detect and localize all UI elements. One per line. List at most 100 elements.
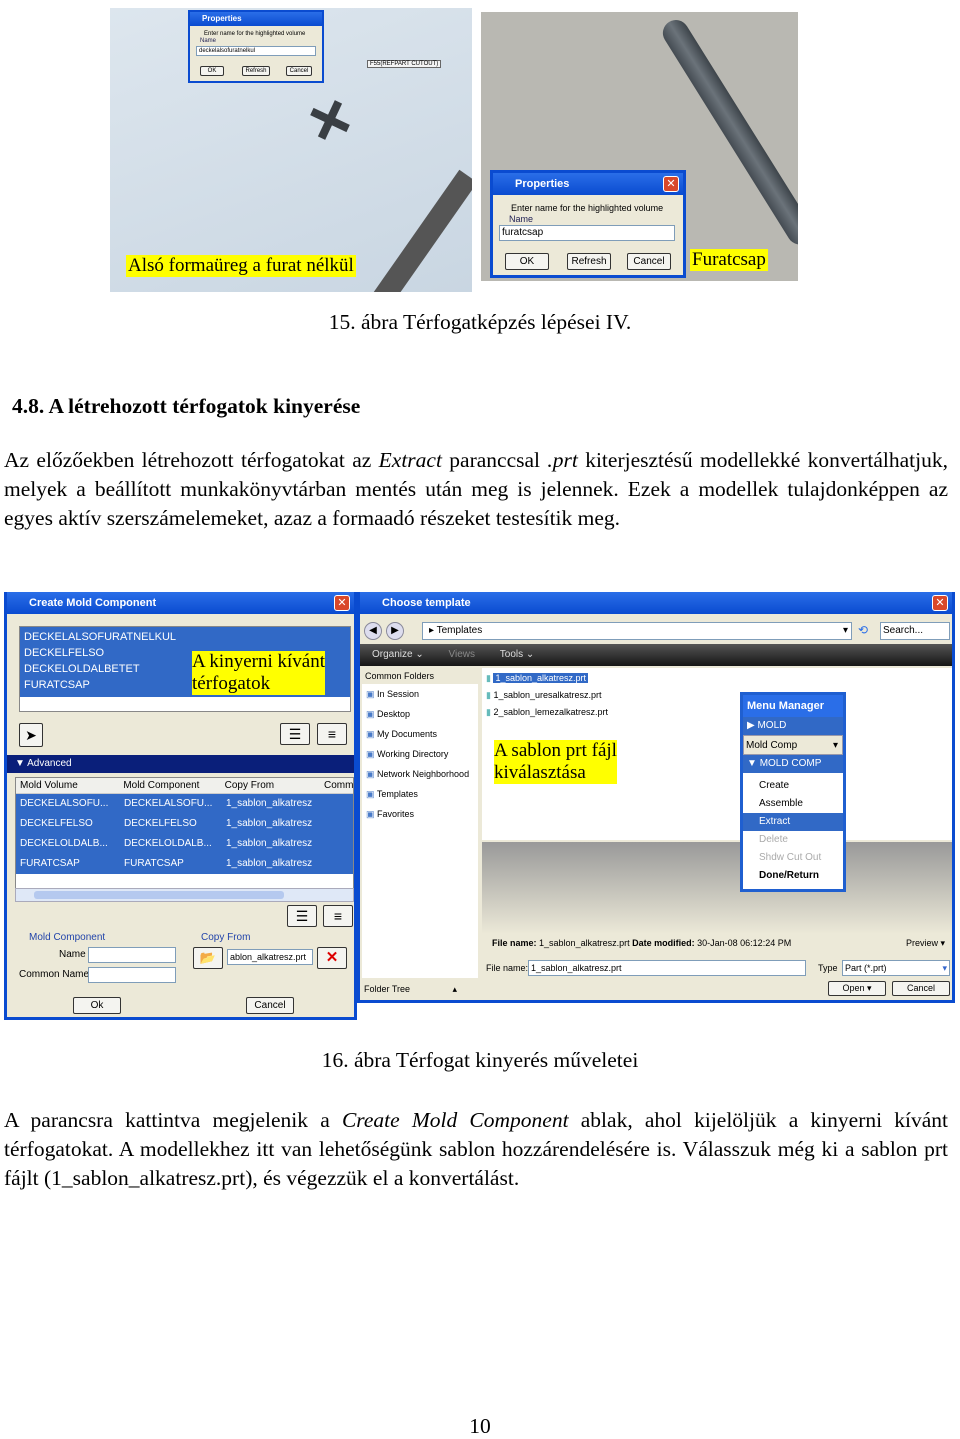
folder-tree-toggle[interactable]: Folder Tree ▴ — [364, 984, 457, 995]
column-header[interactable]: Mold Volume — [16, 778, 119, 793]
mold-comp-select[interactable]: Mold Comp ▾ — [743, 735, 843, 755]
file-item-selected[interactable]: ▮ 1_sablon_alkatresz.prt — [486, 670, 948, 687]
tools-menu[interactable]: Tools — [500, 649, 523, 660]
folder-item[interactable]: ▣ Desktop — [362, 704, 478, 724]
menu-mold[interactable]: ▶ MOLD — [743, 717, 843, 735]
search-input[interactable]: Search... — [880, 622, 950, 640]
address-bar[interactable]: ▸ Templates ▾ — [422, 622, 852, 640]
paragraph-1: Az előzőekben létrehozott térfogatokat a… — [4, 446, 948, 533]
folder-item[interactable]: ▣ My Documents — [362, 724, 478, 744]
section-heading: 4.8. A létrehozott térfogatok kinyerése — [12, 394, 361, 418]
folders-pane: Common Folders ▣ In Session ▣ Desktop ▣ My… — [362, 668, 478, 978]
prt-term: .prt — [547, 448, 578, 472]
dialog-title: Properties — [190, 12, 322, 26]
cancel-button[interactable]: Cancel — [246, 997, 294, 1014]
open-button[interactable]: Open ▾ — [828, 981, 886, 996]
name-input[interactable]: furatcsap — [499, 225, 675, 241]
cancel-button[interactable]: Cancel — [892, 981, 950, 996]
column-header[interactable]: Copy From — [221, 778, 320, 793]
open-folder-button[interactable]: 📂 — [193, 947, 223, 969]
dialog-title: Create Mold Component — [7, 592, 354, 614]
name-input[interactable]: deckelalsofuratnelkul — [196, 46, 316, 56]
refresh-button[interactable]: Refresh — [567, 253, 611, 270]
forward-button[interactable]: ▶ — [386, 622, 404, 640]
folder-item[interactable]: ▣ In Session — [362, 684, 478, 704]
file-item[interactable]: ▮ 2_sablon_lemezalkatresz.prt — [486, 704, 948, 721]
menu-item[interactable]: Delete — [743, 831, 843, 849]
date-value: 30-Jan-08 06:12:24 PM — [697, 938, 792, 948]
menu-item[interactable]: Assemble — [743, 795, 843, 813]
close-icon[interactable]: ✕ — [334, 595, 350, 611]
deselect-all-button[interactable]: ≡ — [317, 723, 347, 745]
file-name-input[interactable]: 1_sablon_alkatresz.prt — [528, 960, 806, 976]
text: paranccsal — [441, 448, 548, 472]
column-header[interactable]: Comm — [320, 778, 353, 793]
name-input[interactable] — [88, 947, 176, 963]
table-row[interactable]: DECKELALSOFU... DECKELALSOFU... 1_sablon_a… — [16, 794, 353, 814]
folder-item[interactable]: ▣ Favorites — [362, 804, 478, 824]
table-cell: 1_sablon_alkatresz — [226, 798, 313, 809]
dialog-name-term: Create Mold Component — [341, 1108, 569, 1132]
advanced-section-toggle[interactable]: ▼ Advanced — [7, 755, 354, 773]
folder-item[interactable]: ▣ Templates — [362, 784, 478, 804]
folder-item[interactable]: ▣ Working Directory — [362, 744, 478, 764]
select-all-button[interactable]: ☰ — [287, 905, 317, 927]
folder-tree-label: Folder Tree — [364, 984, 411, 994]
folder-icon: ▣ — [366, 769, 378, 779]
table-cell: FURATCSAP — [124, 858, 184, 869]
back-button[interactable]: ◀ — [364, 622, 382, 640]
preview-area — [482, 842, 952, 934]
column-header[interactable]: Mold Component — [119, 778, 220, 793]
ok-button[interactable]: Ok — [73, 997, 121, 1014]
feature-tag: F55(REFPART CUTOUT) — [367, 60, 442, 68]
file-name-label: File name: — [486, 963, 529, 973]
properties-dialog: Properties Enter name for the highlighte… — [188, 10, 324, 83]
deselect-all-button[interactable]: ≡ — [323, 905, 353, 927]
table-cell: FURATCSAP — [20, 858, 80, 869]
table-row[interactable]: DECKELOLDALB... DECKELOLDALB... 1_sablon_a… — [16, 834, 353, 854]
table-row[interactable]: DECKELFELSO DECKELFELSO 1_sablon_alkatresz — [16, 814, 353, 834]
refresh-button[interactable]: Refresh — [242, 66, 270, 76]
menu-item[interactable]: Done/Return — [743, 867, 843, 885]
table-cell: DECKELALSOFU... — [124, 798, 213, 809]
annotation-line: térfogatok — [192, 673, 271, 694]
file-item[interactable]: ▮ 1_sablon_uresalkatresz.prt — [486, 687, 948, 704]
annotation-line: A kinyerni kívánt — [192, 651, 325, 672]
cancel-button[interactable]: Cancel — [286, 66, 312, 76]
menu-item[interactable]: Create — [743, 777, 843, 795]
menu-item[interactable]: Shdw Cut Out — [743, 849, 843, 867]
volume-item[interactable]: DECKELALSOFURATNELKUL — [24, 629, 346, 645]
common-name-label: Common Name — [19, 969, 90, 980]
preview-toggle[interactable]: Preview ▾ — [906, 938, 945, 949]
annotation: Furatcsap — [690, 249, 768, 271]
folder-icon: ▣ — [366, 689, 378, 699]
menu-manager: Menu Manager ▶ MOLD Mold Comp ▾ ▼ MOLD CO… — [740, 692, 846, 892]
type-select[interactable]: Part (*.prt) ▾ — [842, 960, 950, 976]
file-name: 1_sablon_alkatresz.prt — [493, 673, 589, 683]
cross-part — [310, 100, 350, 140]
figure15-right-image: Properties ✕ Enter name for the highligh… — [481, 12, 798, 281]
copy-from-input[interactable]: ablon_alkatresz.prt — [227, 949, 313, 965]
ok-button[interactable]: OK — [200, 66, 224, 76]
organize-menu[interactable]: Organize — [372, 649, 413, 660]
folder-label: Templates — [376, 789, 418, 799]
menu-item[interactable]: Extract — [743, 813, 843, 831]
close-icon[interactable]: ✕ — [663, 176, 679, 192]
menu-mold-comp[interactable]: ▼ MOLD COMP — [743, 755, 843, 773]
folder-item[interactable]: ▣ Network Neighborhood — [362, 764, 478, 784]
table-row[interactable]: FURATCSAP FURATCSAP 1_sablon_alkatresz — [16, 854, 353, 874]
refresh-icon[interactable]: ⟲ — [858, 623, 868, 637]
select-all-button[interactable]: ☰ — [280, 723, 310, 745]
views-menu[interactable]: Views — [449, 649, 476, 660]
date-label: Date modified: — [632, 938, 695, 948]
paragraph-2: A parancsra kattintva megjelenik a Creat… — [4, 1106, 948, 1193]
horizontal-scrollbar[interactable] — [15, 888, 354, 902]
ok-button[interactable]: OK — [505, 253, 549, 270]
select-arrow-button[interactable]: ➤ — [19, 723, 43, 747]
clear-button[interactable]: ✕ — [317, 947, 347, 969]
cancel-button[interactable]: Cancel — [627, 253, 671, 270]
name-label: Name — [59, 949, 86, 960]
volume-list[interactable]: DECKELALSOFURATNELKUL DECKELFELSO DECKEL… — [19, 626, 351, 712]
common-name-input[interactable] — [88, 967, 176, 983]
close-icon[interactable]: ✕ — [932, 595, 948, 611]
